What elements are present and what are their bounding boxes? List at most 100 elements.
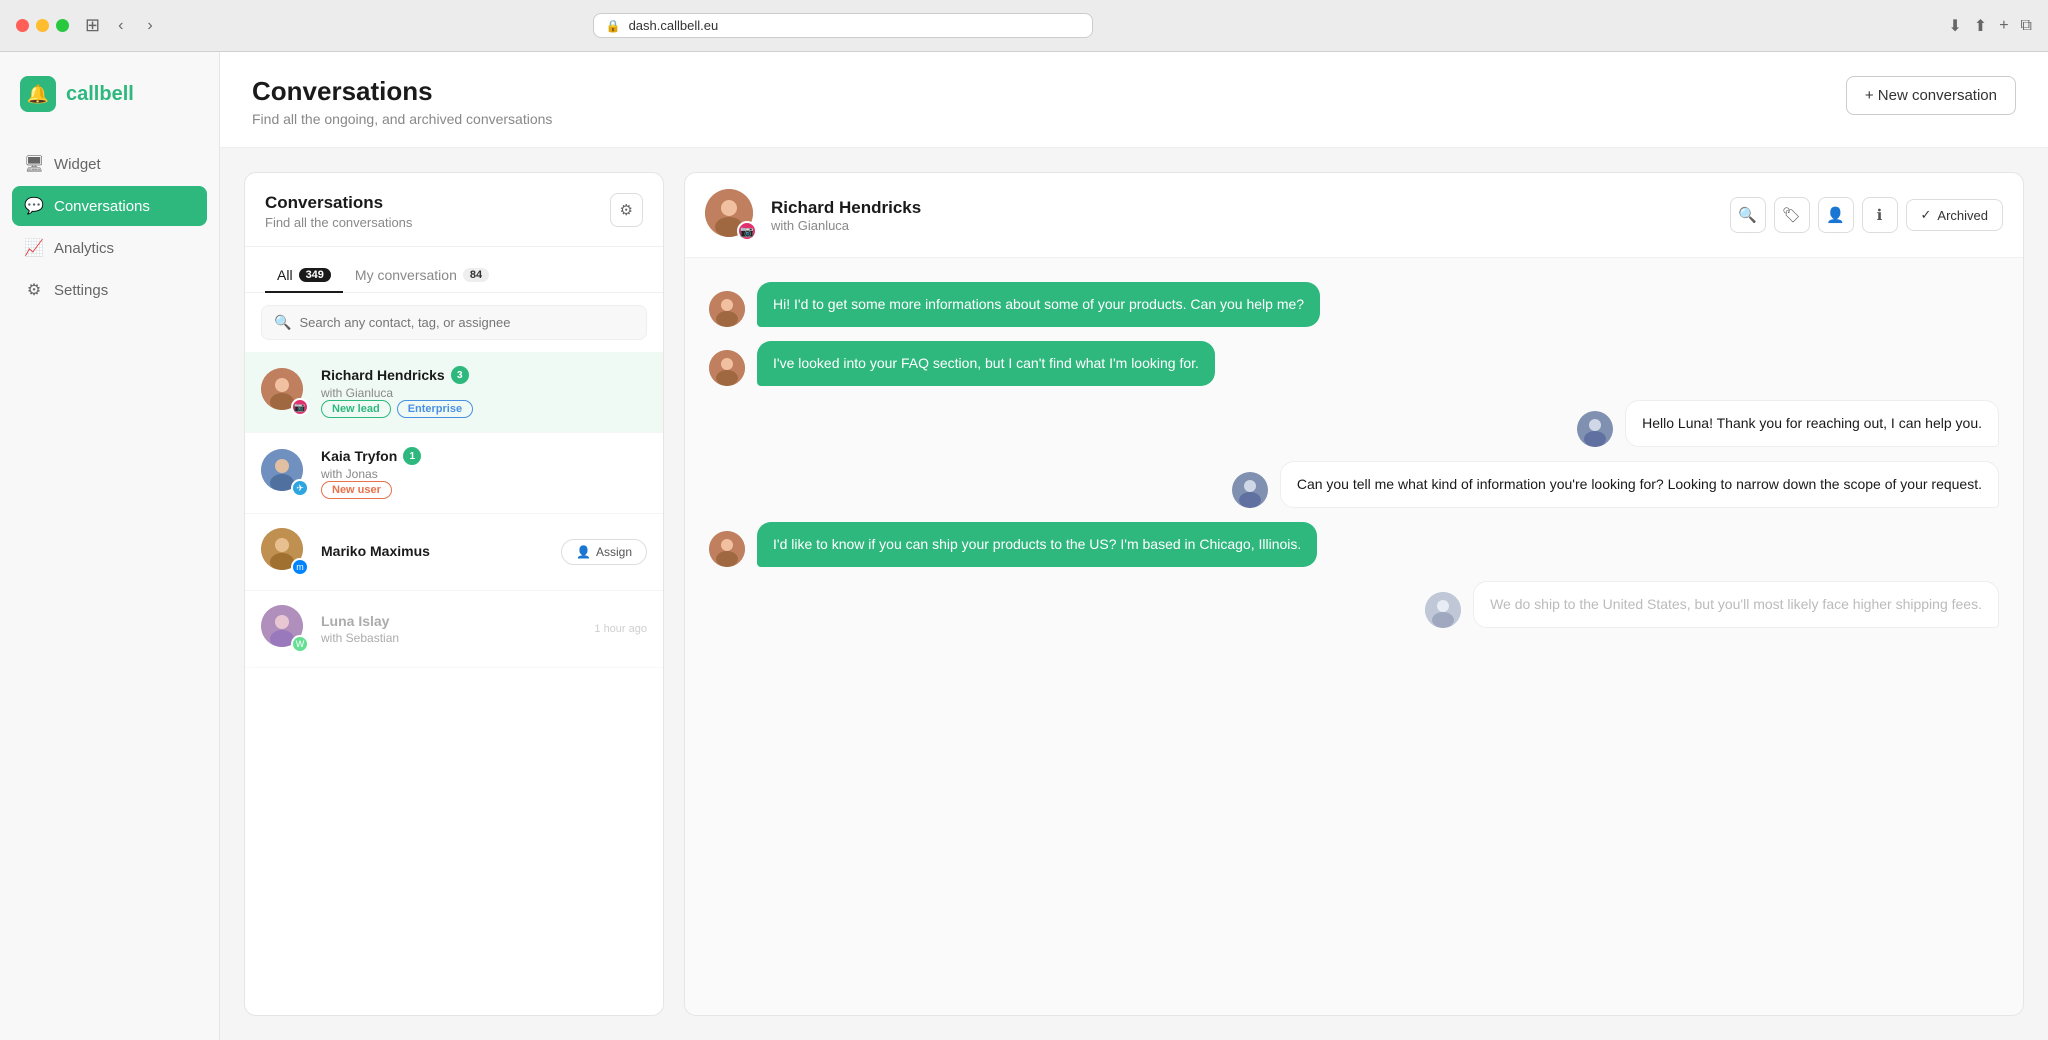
list-item[interactable]: ✈ Kaia Tryfon 1 with Jonas New user xyxy=(245,433,663,514)
tab-my-badge: 84 xyxy=(463,268,489,282)
message-group: Hi! I'd to get some more informations ab… xyxy=(709,282,1999,327)
agent-avatar xyxy=(1577,411,1613,447)
conv-name: Luna Islay xyxy=(321,613,389,629)
chat-messages: Hi! I'd to get some more informations ab… xyxy=(685,258,2023,1015)
conv-sub: with Gianluca xyxy=(321,386,647,400)
page-header-left: Conversations Find all the ongoing, and … xyxy=(252,76,552,127)
search-icon: 🔍 xyxy=(274,314,291,331)
new-conversation-label: + New conversation xyxy=(1865,87,1997,104)
page-header: Conversations Find all the ongoing, and … xyxy=(220,52,2048,148)
url-text: dash.callbell.eu xyxy=(629,18,719,33)
url-bar[interactable]: 🔒 dash.callbell.eu xyxy=(593,13,1093,38)
sidebar-item-settings[interactable]: ⚙ Settings xyxy=(12,270,207,310)
nav-items: 🖥 Widget 💬 Conversations 📈 Analytics ⚙ S… xyxy=(0,144,219,310)
conv-tags: New lead Enterprise xyxy=(321,400,647,418)
chat-channel-badge-instagram: 📷 xyxy=(737,221,757,241)
unread-count: 1 xyxy=(403,447,421,465)
tag-enterprise: Enterprise xyxy=(397,400,473,418)
tab-all-badge: 349 xyxy=(299,268,331,282)
sidebar: 🔔 callbell 🖥 Widget 💬 Conversations 📈 An… xyxy=(0,52,220,1040)
conv-sub: with Sebastian xyxy=(321,631,582,645)
sidebar-label-conversations: Conversations xyxy=(54,198,150,215)
avatar-stack: 📷 xyxy=(261,368,309,416)
assign-button[interactable]: 👤 Assign xyxy=(561,539,647,565)
unread-count: 3 xyxy=(451,366,469,384)
left-panel-title: Conversations xyxy=(265,193,412,213)
message-avatar xyxy=(709,291,745,327)
chat-header-info: Richard Hendricks with Gianluca xyxy=(771,198,1716,233)
tab-my-label: My conversation xyxy=(355,267,457,283)
sidebar-item-conversations[interactable]: 💬 Conversations xyxy=(12,186,207,226)
conv-info: Kaia Tryfon 1 with Jonas New user xyxy=(321,447,647,499)
list-item[interactable]: m Mariko Maximus 👤 Assign xyxy=(245,514,663,591)
tab-all[interactable]: All 349 xyxy=(265,259,343,293)
conv-name: Richard Hendricks xyxy=(321,367,445,383)
sidebar-label-widget: Widget xyxy=(54,156,101,173)
conv-info: Luna Islay with Sebastian xyxy=(321,613,582,645)
message-bubble: I'd like to know if you can ship your pr… xyxy=(757,522,1317,567)
new-tab-button[interactable]: + xyxy=(1999,16,2008,36)
conv-name-row: Luna Islay xyxy=(321,613,582,629)
browser-chrome: ⊞ ‹ › 🔒 dash.callbell.eu ⬇ ⬆ + ⧉ xyxy=(0,0,2048,52)
chat-contact-name: Richard Hendricks xyxy=(771,198,1716,218)
conv-name: Kaia Tryfon xyxy=(321,448,397,464)
channel-badge-messenger: m xyxy=(291,558,309,576)
tabs-button[interactable]: ⧉ xyxy=(2021,16,2032,36)
avatar-stack: W xyxy=(261,605,309,653)
archived-button[interactable]: ✓ Archived xyxy=(1906,199,2003,231)
download-button[interactable]: ⬇ xyxy=(1948,16,1961,36)
agent-avatar xyxy=(1425,592,1461,628)
sidebar-toggle-button[interactable]: ⊞ xyxy=(85,15,100,36)
avatar-stack: m xyxy=(261,528,309,576)
conv-name-row: Mariko Maximus xyxy=(321,543,549,559)
maximize-button[interactable] xyxy=(56,19,69,32)
tab-my-conversation[interactable]: My conversation 84 xyxy=(343,259,501,293)
chat-tag-button[interactable]: 🏷 xyxy=(1774,197,1810,233)
conv-info: Richard Hendricks 3 with Gianluca New le… xyxy=(321,366,647,418)
lock-icon: 🔒 xyxy=(606,19,621,33)
left-panel: Conversations Find all the conversations… xyxy=(244,172,664,1016)
chat-header: 📷 Richard Hendricks with Gianluca 🔍 🏷 👤 … xyxy=(685,173,2023,258)
left-panel-header-text: Conversations Find all the conversations xyxy=(265,193,412,230)
share-button[interactable]: ⬆ xyxy=(1974,16,1987,36)
page-title: Conversations xyxy=(252,76,552,107)
close-button[interactable] xyxy=(16,19,29,32)
conv-time: 1 hour ago xyxy=(594,623,647,635)
conv-name: Mariko Maximus xyxy=(321,543,430,559)
channel-badge-telegram: ✈ xyxy=(291,479,309,497)
sidebar-item-analytics[interactable]: 📈 Analytics xyxy=(12,228,207,268)
sidebar-label-analytics: Analytics xyxy=(54,240,114,257)
left-panel-header: Conversations Find all the conversations… xyxy=(245,173,663,247)
channel-badge-whatsapp: W xyxy=(291,635,309,653)
back-button[interactable]: ‹ xyxy=(112,15,129,37)
minimize-button[interactable] xyxy=(36,19,49,32)
list-item[interactable]: W Luna Islay with Sebastian 1 hour ago xyxy=(245,591,663,668)
message-group: I've looked into your FAQ section, but I… xyxy=(709,341,1999,386)
widget-icon: 🖥 xyxy=(24,154,44,174)
new-conversation-button[interactable]: + New conversation xyxy=(1846,76,2016,115)
chat-info-button[interactable]: ℹ xyxy=(1862,197,1898,233)
chat-search-button[interactable]: 🔍 xyxy=(1730,197,1766,233)
logo-icon: 🔔 xyxy=(20,76,56,112)
sidebar-item-widget[interactable]: 🖥 Widget xyxy=(12,144,207,184)
message-bubble: Hello Luna! Thank you for reaching out, … xyxy=(1625,400,1999,447)
conversation-tabs: All 349 My conversation 84 xyxy=(245,247,663,293)
channel-badge-instagram: 📷 xyxy=(291,398,309,416)
left-panel-subtitle: Find all the conversations xyxy=(265,215,412,230)
search-input[interactable] xyxy=(299,315,634,330)
message-group: Can you tell me what kind of information… xyxy=(709,461,1999,508)
conversation-list: 📷 Richard Hendricks 3 with Gianluca New … xyxy=(245,352,663,1015)
forward-button[interactable]: › xyxy=(141,15,158,37)
main-content: Conversations Find all the ongoing, and … xyxy=(220,52,2048,1040)
settings-icon: ⚙ xyxy=(24,280,44,300)
message-group: We do ship to the United States, but you… xyxy=(709,581,1999,628)
message-group: I'd like to know if you can ship your pr… xyxy=(709,522,1999,567)
chat-assign-button[interactable]: 👤 xyxy=(1818,197,1854,233)
search-bar: 🔍 xyxy=(261,305,647,340)
panel-settings-button[interactable]: ⚙ xyxy=(610,193,643,227)
chat-contact-sub: with Gianluca xyxy=(771,218,1716,233)
analytics-icon: 📈 xyxy=(24,238,44,258)
list-item[interactable]: 📷 Richard Hendricks 3 with Gianluca New … xyxy=(245,352,663,433)
logo: 🔔 callbell xyxy=(0,76,219,144)
message-avatar xyxy=(709,350,745,386)
